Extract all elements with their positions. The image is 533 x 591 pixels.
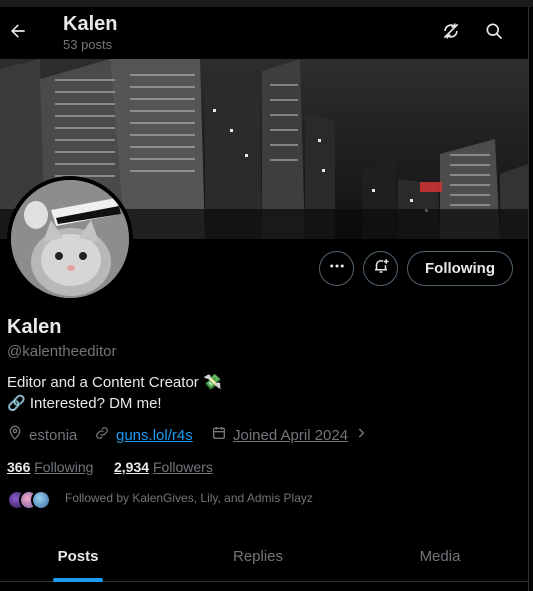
profile-website[interactable]: guns.lol/r4s (94, 425, 193, 445)
profile-page: Kalen 53 posts Following Kalen @kalenthe… (0, 0, 533, 591)
following-count: 366 (7, 459, 31, 475)
back-button[interactable] (4, 15, 32, 51)
search-icon (484, 21, 504, 46)
tab-posts[interactable]: Posts (0, 530, 156, 582)
sync-button[interactable] (437, 19, 465, 47)
top-strip (0, 0, 533, 7)
sync-off-icon (441, 21, 461, 46)
more-options-button[interactable] (319, 251, 354, 286)
profile-tabs: Posts Replies Media (0, 530, 528, 582)
profile-location: estonia (7, 425, 77, 445)
link-icon (94, 425, 110, 445)
website-link[interactable]: guns.lol/r4s (116, 427, 193, 444)
following-count-link[interactable]: 366 Following (7, 459, 93, 475)
profile-joined[interactable]: Joined April 2024 (211, 425, 368, 445)
post-count: 53 posts (63, 37, 113, 52)
active-tab-indicator (53, 578, 103, 582)
location-text: estonia (29, 426, 78, 444)
page-title: Kalen (63, 13, 118, 35)
calendar-icon (211, 425, 227, 445)
followers-label: Followers (152, 459, 213, 475)
arrow-left-icon (8, 21, 28, 46)
location-pin-icon (7, 425, 23, 445)
profile-handle: @kalentheeditor (7, 343, 117, 360)
tab-replies[interactable]: Replies (156, 530, 360, 582)
search-button[interactable] (480, 19, 508, 47)
link-emoji: 🔗 (7, 395, 26, 412)
bio-text-2: Interested? DM me! (29, 395, 162, 412)
profile-name: Kalen (7, 316, 62, 338)
following-label: Following (34, 459, 94, 475)
followers-count: 2,934 (114, 459, 150, 475)
bio-text-1: Editor and a Content Creator (7, 374, 199, 391)
money-emoji: 💸 (202, 374, 222, 391)
profile-header: Kalen 53 posts (0, 7, 528, 59)
followers-count-link[interactable]: 2,934 Followers (114, 459, 213, 475)
tab-media[interactable]: Media (360, 530, 520, 582)
mutual-avatar (31, 490, 51, 510)
mutual-followers[interactable]: Followed by KalenGives, Lily, and Admis … (7, 488, 313, 512)
mutual-followers-text: Followed by KalenGives, Lily, and Admis … (65, 491, 313, 505)
header-title-block: Kalen 53 posts (63, 12, 117, 53)
avatar-image (11, 180, 129, 298)
bio-line-1: Editor and a Content Creator 💸 (7, 373, 222, 391)
bell-plus-icon (372, 257, 390, 280)
avatar[interactable] (7, 176, 133, 302)
joined-text: Joined April 2024 (233, 426, 349, 444)
notifications-button[interactable] (363, 251, 398, 286)
more-horizontal-icon (328, 257, 346, 280)
following-button[interactable]: Following (407, 251, 513, 286)
chevron-right-icon (354, 426, 368, 444)
bio-line-2: 🔗 Interested? DM me! (7, 394, 162, 412)
column-divider (528, 7, 529, 591)
